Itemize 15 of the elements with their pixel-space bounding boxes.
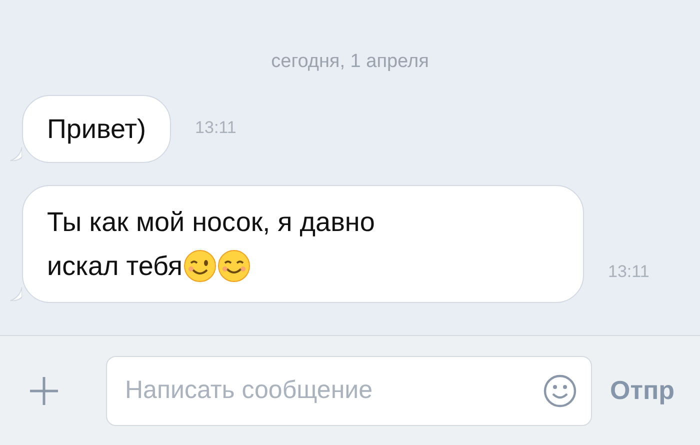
plus-icon[interactable] xyxy=(28,374,60,406)
message-input[interactable]: Написать сообщение xyxy=(125,372,543,410)
bubble-tail xyxy=(10,146,22,160)
date-label: сегодня, 1 апреля xyxy=(271,50,429,74)
message-text: Ты как мой носок, я давно xyxy=(47,206,375,238)
send-button[interactable]: Отпр xyxy=(610,371,675,410)
message-text: Привет) xyxy=(47,112,146,146)
message-time: 13:11 xyxy=(608,261,650,283)
winking-face-icon xyxy=(182,248,217,282)
smiling-face-icon xyxy=(216,248,251,282)
bubble-tail xyxy=(10,286,22,300)
message-input-field[interactable]: Написать сообщение xyxy=(106,356,592,426)
message-text: искал тебя xyxy=(47,250,183,282)
message-time: 13:11 xyxy=(195,117,236,139)
smiley-icon[interactable] xyxy=(543,374,577,408)
